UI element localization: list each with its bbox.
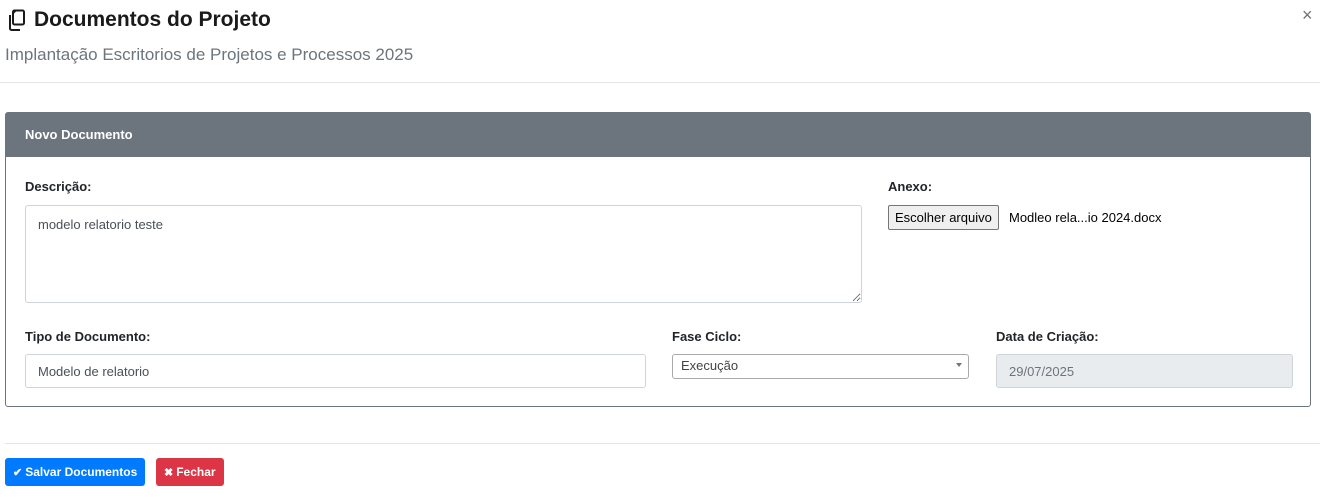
fase-ciclo-label: Fase Ciclo: (672, 329, 742, 344)
file-name: Modleo rela...io 2024.docx (1009, 210, 1162, 225)
panel-title: Novo Documento (6, 113, 1310, 157)
save-documents-label: Salvar Documentos (25, 465, 138, 479)
close-icon[interactable]: × (1302, 6, 1313, 24)
footer-divider (5, 443, 1320, 444)
modal-header: Documentos do Projeto Implantação Escrit… (0, 0, 1320, 83)
tipo-documento-label: Tipo de Documento: (25, 329, 151, 344)
save-documents-button[interactable]: ✔ Salvar Documentos (5, 458, 146, 486)
close-button[interactable]: ✖ Fechar (156, 458, 224, 486)
tipo-documento-input[interactable] (25, 354, 646, 388)
project-subtitle: Implantação Escritorios de Projetos e Pr… (5, 45, 414, 64)
choose-file-button[interactable]: Escolher arquivo (888, 205, 999, 230)
new-document-panel: Novo Documento Descrição: modelo relator… (5, 112, 1311, 407)
check-icon: ✔ (13, 466, 23, 479)
modal-title: Documentos do Projeto (34, 8, 271, 31)
data-criacao-label: Data de Criação: (996, 329, 1099, 344)
descricao-textarea[interactable]: modelo relatorio teste (25, 205, 862, 303)
close-label: Fechar (176, 465, 216, 479)
times-icon: ✖ (164, 466, 174, 479)
fase-ciclo-selected: Execução (681, 358, 739, 373)
fase-ciclo-select[interactable]: Execução (672, 354, 969, 379)
data-criacao-input (996, 354, 1293, 388)
dropdown-arrow-icon (956, 363, 962, 367)
copy-documents-icon (5, 8, 29, 32)
anexo-label: Anexo: (888, 179, 933, 194)
title-row: Documentos do Projeto (5, 6, 271, 34)
descricao-label: Descrição: (25, 179, 92, 194)
